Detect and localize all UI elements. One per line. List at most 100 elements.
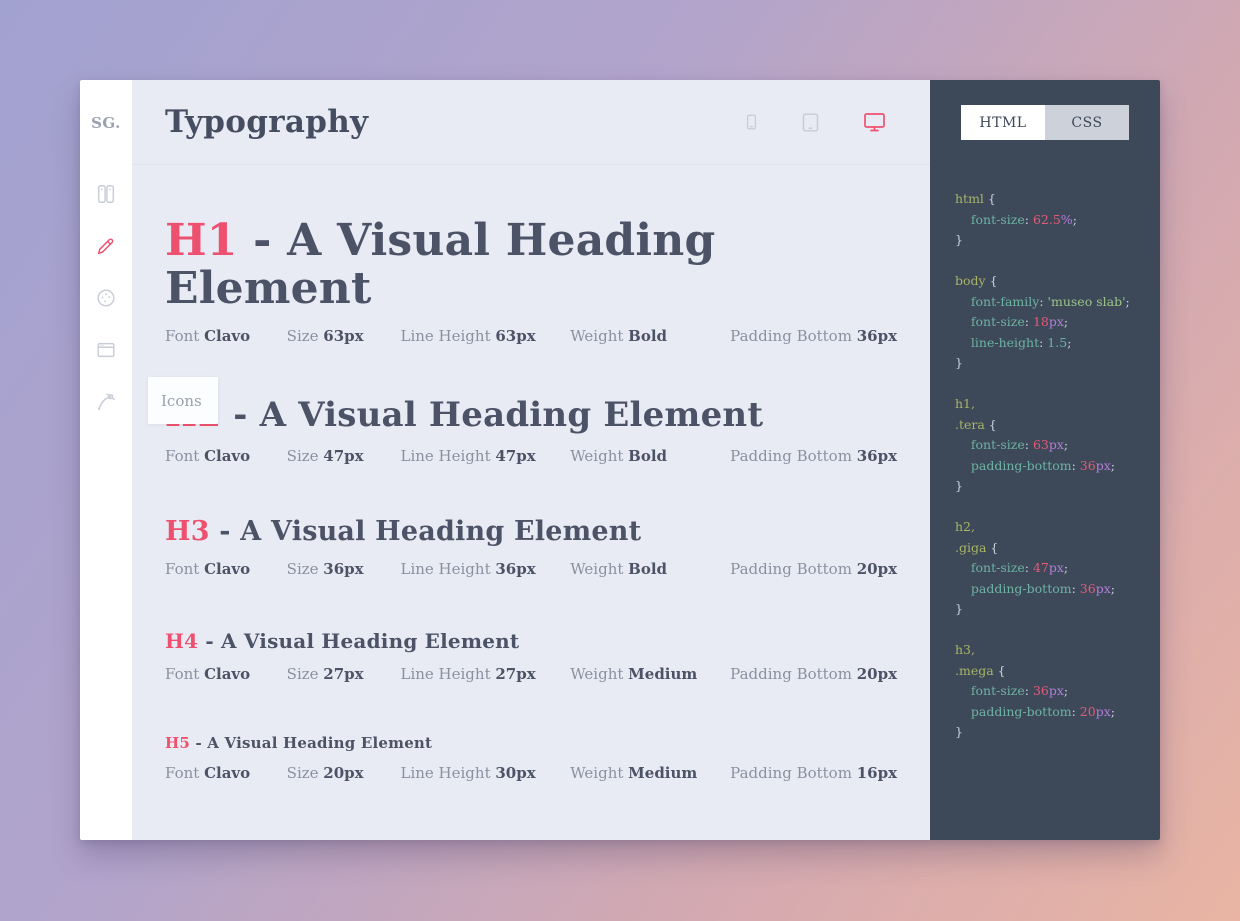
- meta-label: Padding Bottom: [730, 559, 857, 578]
- code-line: .mega {: [955, 662, 1006, 678]
- mobile-preview-button[interactable]: [743, 110, 760, 134]
- code-panel-header: HTML CSS: [930, 80, 1160, 165]
- specimen-meta: Font Clavo Size 63px Line Height 63px Weigh…: [165, 327, 897, 345]
- specimen-tag: H5: [165, 733, 191, 752]
- sidebar-item-icons[interactable]: [80, 378, 132, 430]
- meta-value: 36px: [856, 326, 898, 345]
- meta-label: Line Height: [400, 559, 496, 578]
- meta-value: 27px: [323, 664, 364, 683]
- sidebar-nav: [80, 170, 132, 430]
- meta-item: Line Height 36px: [400, 560, 570, 578]
- meta-label: Padding Bottom: [730, 764, 857, 783]
- code-line: }: [955, 724, 963, 739]
- meta-label: Weight: [570, 764, 629, 783]
- code-line: .giga {: [955, 539, 999, 555]
- meta-value: Clavo: [204, 326, 251, 345]
- tab-html[interactable]: HTML: [961, 105, 1045, 140]
- sidebar-item-typography[interactable]: [80, 222, 132, 274]
- specimen-text: - A Visual Heading Element: [165, 215, 716, 315]
- desktop-preview-button[interactable]: [861, 110, 888, 134]
- meta-item: Line Height 30px: [400, 764, 570, 782]
- meta-label: Padding Bottom: [730, 664, 857, 683]
- meta-label: Line Height: [400, 326, 496, 345]
- meta-label: Weight: [570, 447, 629, 466]
- swatches-icon: [95, 183, 117, 209]
- meta-value: Bold: [628, 447, 668, 466]
- meta-label: Size: [286, 664, 324, 683]
- specimen-text: - A Visual Heading Element: [209, 516, 642, 548]
- code-line: padding-bottom: 36px;: [970, 457, 1115, 473]
- meta-item: Font Clavo: [165, 764, 287, 782]
- specimen-h1: H1 - A Visual Heading Element Font Clavo S…: [165, 215, 897, 345]
- code-line: }: [955, 478, 963, 493]
- pen-tool-icon: [95, 391, 117, 417]
- code-line: font-size: 36px;: [970, 683, 1069, 698]
- sidebar-item-colors[interactable]: [80, 274, 132, 326]
- specimen-h2: H2 - A Visual Heading ElementFont ClavoS…: [165, 396, 897, 466]
- meta-label: Font: [165, 326, 205, 345]
- meta-label: Weight: [570, 559, 629, 578]
- specimen-meta: Font Clavo Size 20px Line Height 30px Weigh…: [165, 764, 897, 782]
- meta-value: Clavo: [204, 664, 251, 683]
- code-line: font-size: 18px;: [970, 314, 1069, 329]
- meta-label: Size: [286, 559, 324, 578]
- sidebar-item-swatches[interactable]: [80, 170, 132, 222]
- specimen-h4: H4 - A Visual Heading Element Font Clavo S…: [165, 630, 897, 683]
- meta-label: Font: [165, 447, 205, 466]
- tooltip-label: Icons: [161, 391, 202, 410]
- meta-label: Line Height: [400, 764, 496, 783]
- meta-item: Line Height 27px: [400, 665, 570, 683]
- meta-value: 63px: [495, 326, 536, 345]
- meta-value: 20px: [856, 559, 898, 578]
- meta-label: Font: [165, 764, 205, 783]
- sidebar-item-layout[interactable]: [80, 326, 132, 378]
- code-line: font-size: 62.5%;: [970, 211, 1077, 227]
- meta-item: Font Clavo: [165, 560, 287, 578]
- app-logo[interactable]: SG.: [91, 114, 121, 132]
- specimen-text: - A Visual Heading Element: [198, 628, 520, 653]
- meta-item: Padding Bottom 36px: [730, 327, 897, 345]
- code-line: padding-bottom: 36px;: [970, 580, 1115, 596]
- styleguide-window: SG. Typography H1 - A Visual Heading Ele…: [80, 80, 1160, 840]
- code-tabs: HTML CSS: [961, 105, 1129, 140]
- meta-label: Font: [165, 664, 205, 683]
- meta-label: Line Height: [400, 447, 496, 466]
- meta-item: Weight Medium: [570, 665, 730, 683]
- meta-label: Line Height: [400, 664, 496, 683]
- sidebar: SG.: [80, 80, 132, 840]
- specimen-text: - A Visual Heading Element: [190, 733, 433, 752]
- meta-value: 36px: [856, 447, 898, 466]
- specimen-h5: H5 - A Visual Heading Element Font Clavo S…: [165, 735, 897, 783]
- specimen-h3: H3 - A Visual Heading Element Font Clavo S…: [165, 517, 897, 578]
- meta-label: Font: [165, 559, 205, 578]
- meta-item: Font Clavo: [165, 447, 287, 465]
- pencil-icon: [95, 235, 117, 261]
- main-header: Typography: [132, 80, 930, 165]
- tablet-preview-button[interactable]: [800, 110, 821, 135]
- code-line: line-height: 1.5;: [970, 334, 1072, 350]
- code-line: padding-bottom: 20px;: [970, 703, 1115, 719]
- meta-value: 36px: [323, 559, 364, 578]
- specimen-heading: H5 - A Visual Heading Element: [165, 735, 897, 752]
- palette-icon: [95, 287, 117, 313]
- specimen-list: H1 - A Visual Heading Element Font Clavo S…: [132, 165, 930, 834]
- meta-item: Padding Bottom 36px: [730, 447, 897, 465]
- code-line: h3,: [955, 642, 975, 657]
- specimen-tag: H1: [165, 215, 238, 266]
- code-line: h1,: [955, 396, 975, 411]
- tab-css[interactable]: CSS: [1045, 105, 1129, 140]
- meta-label: Padding Bottom: [730, 326, 857, 345]
- meta-item: Padding Bottom 20px: [730, 560, 897, 578]
- code-line: font-size: 63px;: [970, 437, 1069, 452]
- meta-label: Size: [286, 326, 324, 345]
- meta-item: Size 20px: [287, 764, 401, 782]
- browser-window-icon: [95, 339, 117, 365]
- meta-item: Line Height 47px: [400, 447, 570, 465]
- desktop-icon: [864, 113, 885, 132]
- meta-value: Bold: [628, 326, 668, 345]
- code-line: html {: [955, 191, 996, 206]
- specimen-meta: Font Clavo Size 27px Line Height 27px Weigh…: [165, 665, 897, 683]
